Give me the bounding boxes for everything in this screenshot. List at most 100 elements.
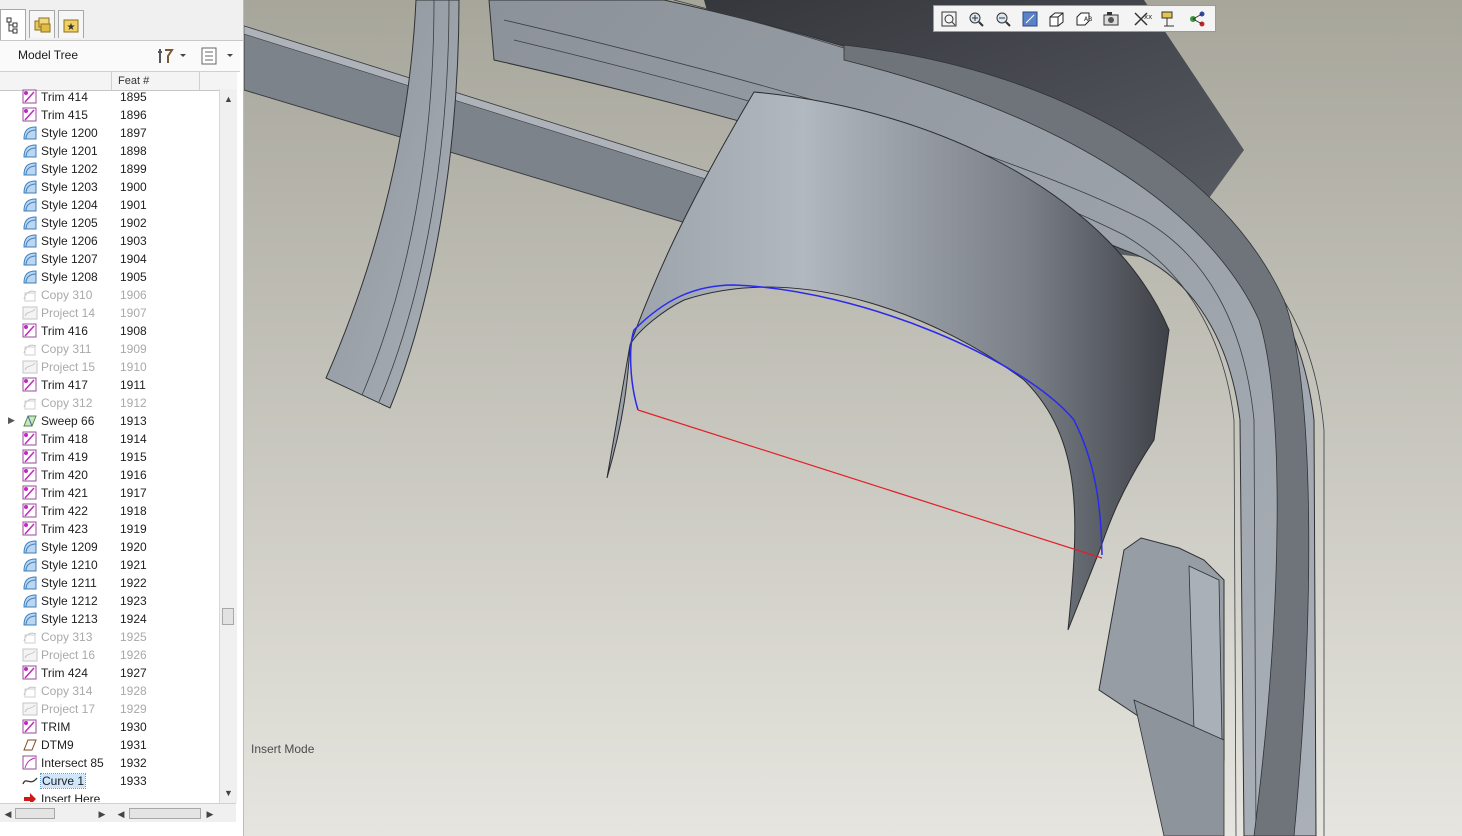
tree-row[interactable]: Project 17 1929 <box>0 700 218 718</box>
tree-row[interactable]: Style 1213 1924 <box>0 610 218 628</box>
tree-row[interactable]: Trim 422 1918 <box>0 502 218 520</box>
trim-icon <box>22 719 38 735</box>
tree-row-feat-number: 1909 <box>120 342 147 356</box>
tree-row[interactable]: Style 1209 1920 <box>0 538 218 556</box>
tree-vertical-scrollbar[interactable]: ▲ ▼ <box>219 89 237 803</box>
tree-row[interactable]: Style 1211 1922 <box>0 574 218 592</box>
view-manager-button[interactable] <box>1100 9 1122 29</box>
display-style-button[interactable] <box>1046 9 1068 29</box>
tree-row-feat-number: 1932 <box>120 756 147 770</box>
style-icon <box>22 575 38 591</box>
style-icon <box>22 593 38 609</box>
vertical-scroll-thumb[interactable] <box>222 608 234 625</box>
tree-row[interactable]: Copy 314 1928 <box>0 682 218 700</box>
tree-row[interactable]: ▶ Sweep 66 1913 <box>0 412 218 430</box>
annotation-display-icon <box>1161 11 1174 27</box>
scroll-left-arrow-icon[interactable]: ◀ <box>2 807 14 821</box>
tree-row-name: Insert Here <box>41 792 101 802</box>
model-view[interactable] <box>244 0 1462 836</box>
model-tree-title: Model Tree <box>18 48 79 62</box>
name-column-hscroll[interactable]: ◀ ▶ <box>0 805 111 821</box>
tree-row-name: TRIM <box>41 720 71 734</box>
graphics-viewport[interactable]: AB xx <box>244 0 1462 836</box>
display-style-icon <box>1049 12 1064 27</box>
tree-row[interactable]: Project 16 1926 <box>0 646 218 664</box>
tree-row[interactable]: Copy 312 1912 <box>0 394 218 412</box>
tree-row-feat-number: 1919 <box>120 522 147 536</box>
tree-row[interactable]: Trim 421 1917 <box>0 484 218 502</box>
tree-row[interactable]: Style 1206 1903 <box>0 232 218 250</box>
tree-row[interactable]: Trim 418 1914 <box>0 430 218 448</box>
tree-row[interactable]: TRIM 1930 <box>0 718 218 736</box>
scroll-right-arrow-icon[interactable]: ▶ <box>204 807 216 821</box>
tree-row-feat-number: 1907 <box>120 306 147 320</box>
tree-row-feat-number: 1927 <box>120 666 147 680</box>
intersect-icon <box>22 755 38 771</box>
favorites-icon: ★ <box>63 19 79 33</box>
tree-row[interactable]: Style 1210 1921 <box>0 556 218 574</box>
tree-row[interactable]: Style 1202 1899 <box>0 160 218 178</box>
tree-row[interactable]: Trim 417 1911 <box>0 376 218 394</box>
tree-row[interactable]: Trim 420 1916 <box>0 466 218 484</box>
tree-row[interactable]: Project 15 1910 <box>0 358 218 376</box>
tree-row[interactable]: Trim 416 1908 <box>0 322 218 340</box>
tree-settings-button[interactable] <box>156 46 186 66</box>
tree-show-button[interactable] <box>200 46 236 66</box>
tree-row[interactable]: Intersect 85 1932 <box>0 754 218 772</box>
scroll-right-arrow-icon[interactable]: ▶ <box>96 807 108 821</box>
tree-row-feat-number: 1922 <box>120 576 147 590</box>
scroll-up-arrow-icon[interactable]: ▲ <box>220 91 237 107</box>
feat-column-hscroll[interactable]: ◀ ▶ <box>113 805 218 821</box>
tree-row[interactable]: Style 1203 1900 <box>0 178 218 196</box>
saved-views-button[interactable]: AB <box>1073 9 1095 29</box>
tree-row[interactable]: Style 1207 1904 <box>0 250 218 268</box>
model-tree-header: Model Tree <box>0 41 240 72</box>
repaint-icon <box>1022 11 1038 27</box>
repaint-button[interactable] <box>1019 9 1041 29</box>
settings-tools-icon <box>158 49 186 63</box>
trim-icon <box>22 107 38 123</box>
tree-row-name: Sweep 66 <box>41 414 95 428</box>
tree-row[interactable]: Insert Here <box>0 790 218 802</box>
tree-row-name: Trim 420 <box>41 468 88 482</box>
tree-row[interactable]: Copy 313 1925 <box>0 628 218 646</box>
style-icon <box>22 611 38 627</box>
tree-row[interactable]: Project 14 1907 <box>0 304 218 322</box>
tab-model-tree[interactable] <box>0 9 26 40</box>
scroll-down-arrow-icon[interactable]: ▼ <box>220 785 237 801</box>
name-hscroll-thumb[interactable] <box>15 808 55 819</box>
feat-hscroll-thumb[interactable] <box>129 808 201 819</box>
tree-row-feat-number: 1902 <box>120 216 147 230</box>
tree-row[interactable]: Trim 415 1896 <box>0 106 218 124</box>
zoom-in-button[interactable] <box>965 9 987 29</box>
folder-browser-icon <box>34 17 51 32</box>
tree-row[interactable]: Trim 414 1895 <box>0 88 218 106</box>
trim-icon <box>22 503 38 519</box>
tree-row[interactable]: Style 1204 1901 <box>0 196 218 214</box>
datum-display-button[interactable]: xx <box>1131 9 1153 29</box>
tab-favorites[interactable]: ★ <box>58 10 84 38</box>
navigator-tabs: ★ <box>0 0 243 41</box>
tab-folder-browser[interactable] <box>29 10 55 38</box>
tree-row[interactable]: Style 1201 1898 <box>0 142 218 160</box>
tree-row[interactable]: Curve 1 1933 <box>0 772 218 790</box>
tree-row[interactable]: DTM9 1931 <box>0 736 218 754</box>
annotation-display-button[interactable] <box>1159 9 1181 29</box>
tree-row[interactable]: Style 1208 1905 <box>0 268 218 286</box>
scroll-left-arrow-icon[interactable]: ◀ <box>115 807 127 821</box>
tree-row-name: Style 1206 <box>41 234 98 248</box>
expand-arrow-icon[interactable]: ▶ <box>8 415 15 426</box>
refit-button[interactable] <box>938 9 960 29</box>
tree-row[interactable]: Style 1200 1897 <box>0 124 218 142</box>
spin-center-button[interactable] <box>1187 9 1209 29</box>
tree-row[interactable]: Copy 311 1909 <box>0 340 218 358</box>
tree-row[interactable]: Trim 424 1927 <box>0 664 218 682</box>
column-header-feat[interactable]: Feat # <box>118 75 149 87</box>
tree-row-feat-number: 1905 <box>120 270 147 284</box>
tree-row[interactable]: Trim 419 1915 <box>0 448 218 466</box>
tree-row[interactable]: Copy 310 1906 <box>0 286 218 304</box>
zoom-out-button[interactable] <box>992 9 1014 29</box>
tree-row[interactable]: Style 1205 1902 <box>0 214 218 232</box>
tree-row[interactable]: Trim 423 1919 <box>0 520 218 538</box>
tree-row[interactable]: Style 1212 1923 <box>0 592 218 610</box>
